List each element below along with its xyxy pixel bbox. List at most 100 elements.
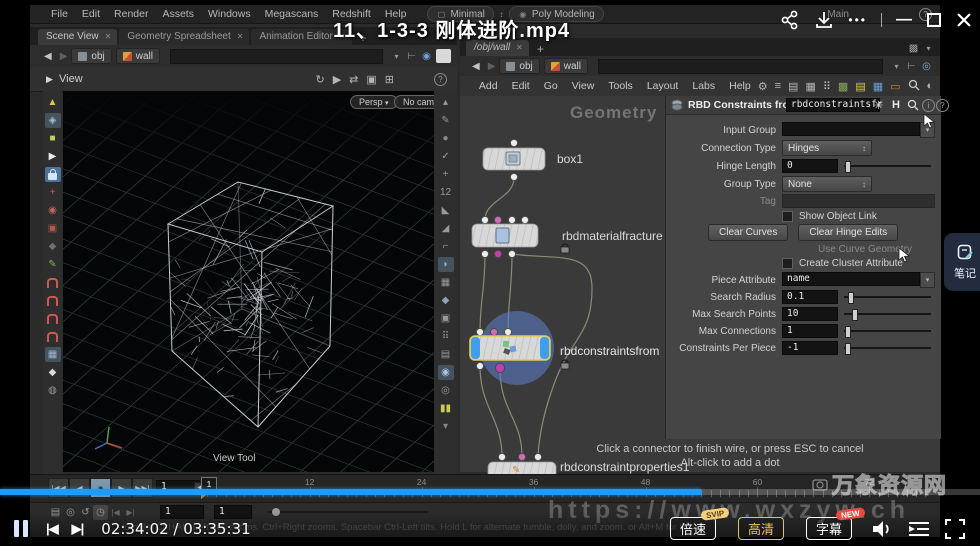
minimize-icon[interactable]: — [896,11,912,29]
pause-button[interactable] [14,520,28,537]
shelf-tray-icon[interactable]: ▭ [890,80,900,93]
grid-view-icon[interactable]: ▦ [805,80,815,93]
group-type-menu[interactable]: None ↕ [782,176,872,192]
validate-icon[interactable]: ✓ [438,149,454,164]
network-menu-item-add[interactable]: Add [472,80,505,92]
create-cluster-attribute-checkbox[interactable] [782,258,793,269]
tools-wrench-icon[interactable]: ⚙ [758,80,768,93]
search-radius-field[interactable]: 0.1 [782,290,838,304]
playlist-icon[interactable] [906,518,932,540]
material-icon[interactable]: ◆ [438,293,454,308]
light-icon[interactable]: ◉ [438,365,454,380]
sticky-note-icon[interactable]: ▤ [855,80,865,93]
viewport-tool-icon-1[interactable]: ▶ [333,73,341,86]
hinge-length-field[interactable]: 0 [782,159,838,173]
connection-type-menu[interactable]: Hinges ↕ [782,140,872,156]
subtitle-button[interactable]: 字幕 NEW [806,517,852,540]
corner-b-icon[interactable]: ◢ [438,221,454,236]
forward-button[interactable]: ▶ [484,61,500,72]
path-input[interactable] [598,59,883,74]
stop-button[interactable]: ■ [90,478,111,498]
tab-scene-view[interactable]: Scene View ✕ [38,29,117,45]
magnet-points-icon[interactable] [45,311,61,326]
layers-icon[interactable]: ▤ [438,347,454,362]
snapshot-button[interactable] [436,49,451,63]
image-plane-icon[interactable]: ▦ [873,80,883,93]
viewport-help-icon[interactable]: ? [434,73,447,86]
prev-video-button[interactable]: |◀ [46,521,58,537]
display-points-icon[interactable]: ◈ [45,113,61,128]
link-icon[interactable]: ⊢ [404,49,419,64]
secure-selection-lock-icon[interactable] [45,167,61,182]
shelf-more-icon[interactable]: ▾ [438,419,454,434]
path-input[interactable] [170,49,383,64]
handles-tool-icon[interactable]: + [45,185,61,200]
path-dropdown-icon[interactable]: ▾ [889,59,904,74]
character-pad-icon[interactable]: ▦ [45,347,61,362]
node-box1[interactable]: box1 [483,139,583,180]
volume-icon[interactable] [870,518,894,540]
info-icon[interactable]: i [922,99,935,112]
next-video-button[interactable]: ▶| [72,521,84,537]
dots-icon[interactable]: ⠿ [438,329,454,344]
close-tab-icon[interactable]: ✕ [516,43,523,52]
ruler-icon[interactable]: ⌐ [438,239,454,254]
constraints-per-piece-field[interactable]: -1 [782,341,838,355]
path-dropdown-icon[interactable]: ▾ [389,49,404,64]
target-icon[interactable]: ◎ [919,59,934,74]
pane-dropdown-icon[interactable]: ▾ [921,41,936,56]
paint-tool-icon[interactable]: ✎ [45,257,61,272]
pane-grid-icon[interactable]: ▩ [906,41,921,56]
houdini-logo-icon[interactable]: H [892,99,900,111]
prev-frame-button[interactable]: ◀ [69,478,90,498]
follow-icon[interactable]: ◉ [419,49,434,64]
magnet-volume-icon[interactable] [45,329,61,344]
close-tab-icon[interactable]: ✕ [237,32,244,41]
frame-count-icon[interactable]: 12 [438,185,454,200]
search-radius-slider[interactable] [844,290,935,304]
menubar-item-windows[interactable]: Windows [201,8,258,20]
snap-mode-icon[interactable]: ▴ [438,95,454,110]
pin-icon[interactable]: ⊢ [904,59,919,74]
magnet-curve-icon[interactable] [45,293,61,308]
close-tab-icon[interactable]: ✕ [105,32,112,41]
node-name-field[interactable]: rbdconstraintsfr [786,98,880,112]
viewport-tool-icon-3[interactable]: ▣ [366,73,376,86]
network-menu-item-view[interactable]: View [565,80,602,92]
show-object-link-checkbox[interactable] [782,211,793,222]
search-icon[interactable] [907,99,919,111]
go-to-end-button[interactable]: ▶▶| [132,478,153,498]
texture-icon[interactable]: ▣ [438,311,454,326]
cloth-tool-icon[interactable]: ◆ [45,365,61,380]
param-help-icon[interactable]: ? [936,99,949,112]
viewport-tool-icon-0[interactable]: ↻ [315,73,324,86]
menubar-item-megascans[interactable]: Megascans [258,8,326,20]
network-menu-item-layout[interactable]: Layout [640,80,686,92]
menubar-item-file[interactable]: File [44,8,75,20]
download-icon[interactable] [814,10,834,30]
network-menu-item-labs[interactable]: Labs [685,80,722,92]
select-cursor-icon[interactable]: ▶ [45,149,61,164]
wireframe-icon[interactable]: ▦ [438,275,454,290]
path-node-chip[interactable]: wall [116,48,160,64]
play-button[interactable]: ▶ [111,478,132,498]
menubar-item-edit[interactable]: Edit [75,8,107,20]
input-group-field[interactable]: ▾ [782,122,935,138]
constraints-per-piece-slider[interactable] [844,341,935,355]
disc-tool-icon[interactable]: ◍ [45,383,61,398]
video-progress-bar[interactable] [0,489,980,495]
viewport-tool-icon-2[interactable]: ⇄ [349,73,358,86]
network-menu-item-edit[interactable]: Edit [505,80,537,92]
max-connections-field[interactable]: 1 [782,324,838,338]
clear-curves-button[interactable]: Clear Curves [708,224,788,241]
max-connections-slider[interactable] [844,324,935,338]
hinge-length-slider[interactable] [844,159,935,173]
maximize-icon[interactable] [926,12,942,28]
node-rbdmaterialfracture[interactable]: rbdmaterialfracture [472,216,663,257]
edit-tool-icon[interactable]: ✎ [438,113,454,128]
point-tool-icon[interactable]: ● [438,131,454,146]
back-button[interactable]: ◀ [40,51,56,62]
view-tool-icon[interactable]: ▶ [42,72,57,87]
network-menu-item-tools[interactable]: Tools [601,80,640,92]
scene-viewport[interactable]: View Tool [63,91,434,472]
